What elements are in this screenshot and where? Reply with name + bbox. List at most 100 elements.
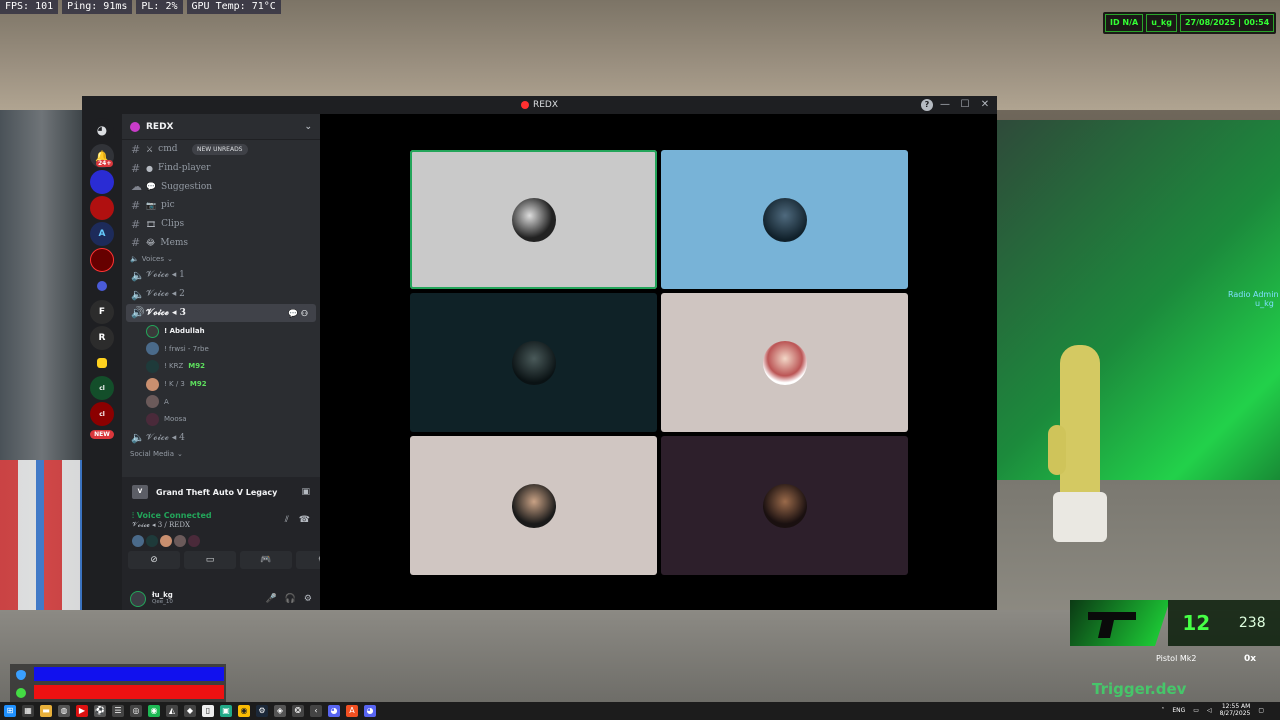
app-icon[interactable]: ▣	[220, 705, 232, 717]
app-icon[interactable]: ⚽	[94, 705, 106, 717]
avatar	[146, 377, 159, 391]
app-icon[interactable]: ▦	[22, 705, 34, 717]
voice-member[interactable]: ! frwsi - 7rbe	[122, 340, 320, 358]
folder-icon[interactable]	[97, 358, 107, 368]
activity-icon[interactable]: 🎮	[240, 551, 292, 569]
channel-pic[interactable]: # 📷 pic	[122, 196, 320, 215]
chrome-icon[interactable]: ◉	[238, 705, 250, 717]
server-icon-redx[interactable]	[90, 248, 114, 272]
server-icon-2[interactable]	[90, 196, 114, 220]
microphone-icon[interactable]: 🎤	[265, 594, 276, 604]
app-icon[interactable]: ◈	[274, 705, 286, 717]
social-category[interactable]: Social Media ⌄	[122, 447, 320, 461]
server-icon-3[interactable]: A	[90, 222, 114, 246]
cactus-arm	[1048, 425, 1066, 475]
inbox-icon[interactable]: 🔔 24+	[90, 144, 114, 168]
app-icon[interactable]: ☰	[112, 705, 124, 717]
steam-icon[interactable]: ⚙	[256, 705, 268, 717]
voices-category[interactable]: 🔈 Voices ⌄	[122, 252, 320, 266]
voice-member[interactable]: ! K / 3 M92	[122, 375, 320, 393]
camera-off-icon[interactable]: ⊘	[128, 551, 180, 569]
channel-mems[interactable]: # 😂 Mems	[122, 233, 320, 252]
share-screen-icon[interactable]: ▭	[184, 551, 236, 569]
clock[interactable]: 12:55 AM 8/27/2025	[1220, 703, 1251, 717]
channel-name: Suggestion	[160, 181, 213, 192]
chat-invite-icons[interactable]: 💬 ⚇	[288, 308, 308, 318]
participant-tile[interactable]	[661, 150, 908, 289]
chevron-down-icon: ⌄	[177, 450, 183, 458]
channel-name: 𝓥𝓸𝓲𝓬𝓮 ◂ 3	[146, 307, 186, 318]
channel-emoji: 💬	[146, 182, 156, 192]
voice-member[interactable]: Moosa	[122, 411, 320, 429]
voice-channel-3[interactable]: 🔊 𝓥𝓸𝓲𝓬𝓮 ◂ 3 💬 ⚇	[126, 303, 316, 323]
voice-channel-4[interactable]: 🔈 𝓥𝓸𝓲𝓬𝓮 ◂ 4	[122, 428, 320, 447]
user-avatar[interactable]	[130, 590, 146, 607]
participant-tile[interactable]	[410, 436, 657, 575]
server-icon-7[interactable]: cl	[90, 376, 114, 400]
app-icon[interactable]: ◭	[166, 705, 178, 717]
weapon-name: Pistol Mk2	[1156, 654, 1197, 663]
chevron-down-icon: ⌄	[167, 255, 173, 264]
voice-channel-2[interactable]: 🔈 𝓥𝓸𝓲𝓬𝓮 ◂ 2	[122, 285, 320, 304]
maximize-icon[interactable]: ☐	[957, 98, 973, 112]
headphones-icon[interactable]: 🎧	[285, 594, 296, 604]
close-icon[interactable]: ✕	[977, 98, 993, 112]
app-icon[interactable]: ❂	[292, 705, 304, 717]
minimize-icon[interactable]: —	[937, 98, 953, 112]
participant-tile[interactable]	[410, 293, 657, 432]
network-icon[interactable]: ▭	[1193, 707, 1199, 714]
language-indicator[interactable]: ENG	[1172, 707, 1185, 714]
discord-icon[interactable]: ◕	[328, 705, 340, 717]
user-info[interactable]: łu_kg Qee_10	[152, 591, 173, 606]
app-icon[interactable]: ‹	[310, 705, 322, 717]
channel-clips[interactable]: # 🎞 Clips	[122, 215, 320, 234]
participant-tile[interactable]	[410, 150, 657, 289]
start-icon[interactable]: ⊞	[4, 705, 16, 717]
guild-logo-icon	[130, 121, 140, 132]
server-icon-6[interactable]: R	[90, 326, 114, 350]
server-icon-4[interactable]	[97, 281, 107, 291]
channel-suggestion[interactable]: ☁ 💬 Suggestion	[122, 177, 320, 196]
server-icon-8[interactable]: cl	[90, 402, 114, 426]
voice-member[interactable]: ! Abdullah	[122, 322, 320, 340]
fps-readout: FPS: 101	[0, 0, 59, 14]
help-icon[interactable]: ?	[921, 99, 933, 111]
activity-game-name: Grand Theft Auto V Legacy	[156, 487, 278, 497]
voice-channel-label[interactable]: 𝓥𝓸𝓲𝓬𝓮 ◂ 3 / REDX	[132, 521, 310, 530]
participant-tile[interactable]	[661, 436, 908, 575]
new-unreads-pill[interactable]: NEW UNREADS	[192, 144, 248, 155]
discord-home-icon[interactable]: ◕	[90, 118, 114, 142]
voice-member[interactable]: A	[122, 393, 320, 411]
user-panel: łu_kg Qee_10 🎤 🎧 ⚙	[122, 587, 320, 610]
youtube-icon[interactable]: ▶	[76, 705, 88, 717]
guild-header[interactable]: REDX ⌄	[122, 114, 320, 140]
disconnect-icon[interactable]: ☎	[299, 515, 310, 525]
app-icon[interactable]: ◆	[184, 705, 196, 717]
screen-share-icon[interactable]: ▣	[301, 487, 310, 497]
chevron-up-icon[interactable]: ˄	[1161, 707, 1164, 714]
spotify-icon[interactable]: ◉	[148, 705, 160, 717]
discord-icon[interactable]: ◕	[364, 705, 376, 717]
server-icon-1[interactable]	[90, 170, 114, 194]
participant-tile[interactable]	[661, 293, 908, 432]
game-activity[interactable]: V Grand Theft Auto V Legacy ▣	[122, 477, 320, 507]
channel-find-player[interactable]: # ● Find-player	[122, 159, 320, 178]
avatar	[146, 324, 159, 338]
app-icon[interactable]: A	[346, 705, 358, 717]
settings-gear-icon[interactable]: ⚙	[304, 594, 312, 604]
app-icon[interactable]: ◎	[130, 705, 142, 717]
file-icon[interactable]: ▯	[202, 705, 214, 717]
voice-status: ⫶ Voice Connected	[132, 511, 310, 521]
participant-avatar	[511, 483, 556, 528]
voice-actions: ⫽ ☎	[285, 515, 310, 525]
volume-icon[interactable]: ◁	[1207, 707, 1212, 714]
folder-icon[interactable]: ▬	[40, 705, 52, 717]
health-icon	[16, 688, 26, 698]
noise-suppression-icon[interactable]: ⫽	[285, 515, 289, 525]
app-icon[interactable]: ◍	[58, 705, 70, 717]
voice-member[interactable]: ! KRZ M92	[122, 358, 320, 376]
voice-channel-1[interactable]: 🔈 𝓥𝓸𝓲𝓬𝓮 ◂ 1	[122, 266, 320, 285]
voice-status-text: Voice Connected	[136, 511, 212, 520]
notification-icon[interactable]: ▢	[1258, 707, 1264, 714]
server-icon-5[interactable]: F	[90, 300, 114, 324]
